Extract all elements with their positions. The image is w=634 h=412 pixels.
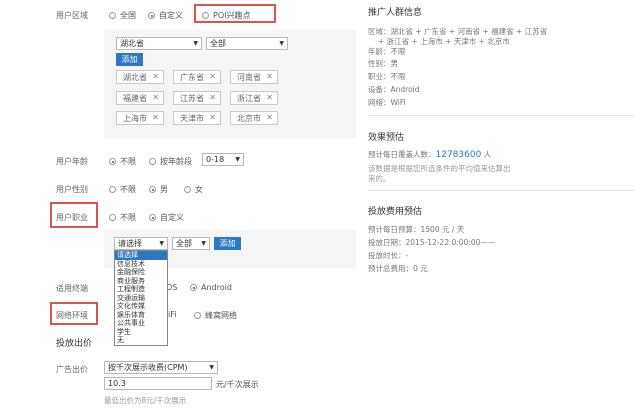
dropdown-option[interactable]: 无 bbox=[115, 336, 167, 345]
cost-title: 投放费用预估 bbox=[368, 207, 423, 217]
bid-hint: 最低出价为8元/千次展示 bbox=[104, 396, 187, 405]
chevron-down-icon: ▼ bbox=[201, 240, 206, 247]
radio-icon[interactable] bbox=[149, 214, 156, 221]
occupation-option-custom[interactable]: 自定义 bbox=[149, 212, 184, 223]
estimate-note-2: 来的。 bbox=[368, 174, 391, 183]
divider bbox=[368, 115, 634, 116]
close-icon[interactable]: ✕ bbox=[152, 113, 159, 122]
chevron-down-icon: ▼ bbox=[193, 40, 198, 47]
audience-gender-line: 性别：男 bbox=[368, 59, 398, 68]
gender-label: 用户性别 bbox=[56, 185, 88, 194]
effect-title: 效果预估 bbox=[368, 133, 405, 143]
region-chip: 天津市 ✕ bbox=[173, 111, 221, 125]
date-line: 投放日期：2015-12-22 0:00:00—— bbox=[368, 238, 496, 247]
close-icon[interactable]: ✕ bbox=[152, 72, 159, 81]
age-label: 用户年龄 bbox=[56, 157, 88, 166]
chevron-down-icon: ▼ bbox=[209, 364, 214, 371]
age-range-select[interactable]: 0-18 ▼ bbox=[202, 153, 244, 166]
budget-line: 预计每日预算：1500 元 / 天 bbox=[368, 225, 465, 234]
radio-icon[interactable] bbox=[194, 312, 201, 319]
close-icon[interactable]: ✕ bbox=[266, 113, 273, 122]
duration-line: 投放时长：- bbox=[368, 251, 409, 260]
city-select[interactable]: 全部 ▼ bbox=[206, 37, 288, 50]
exposure-value: 12783600 bbox=[435, 150, 482, 160]
close-icon[interactable]: ✕ bbox=[266, 93, 273, 102]
region-label: 用户区域 bbox=[56, 11, 88, 20]
occupation-add-button[interactable]: 添加 bbox=[214, 237, 241, 250]
gender-option-female[interactable]: 女 bbox=[184, 184, 203, 195]
audience-occupation-line: 职业：不限 bbox=[368, 72, 406, 81]
audience-device-line: 设备：Android bbox=[368, 85, 420, 94]
bid-mode-select[interactable]: 按千次展示收费(CPM) ▼ bbox=[104, 361, 218, 374]
dropdown-option[interactable]: 文化传媒 bbox=[115, 302, 167, 311]
total-cost-line: 预计总费用：0 元 bbox=[368, 264, 428, 273]
dropdown-option[interactable]: 商业服务 bbox=[115, 277, 167, 286]
audience-age-line: 年龄：不限 bbox=[368, 47, 406, 56]
dropdown-option[interactable]: 信息技术 bbox=[115, 260, 167, 269]
close-icon[interactable]: ✕ bbox=[266, 72, 273, 81]
radio-icon[interactable] bbox=[149, 186, 156, 193]
dropdown-option[interactable]: 请选择 bbox=[115, 251, 167, 260]
chevron-down-icon: ▼ bbox=[235, 156, 240, 163]
radio-icon[interactable] bbox=[109, 158, 116, 165]
close-icon[interactable]: ✕ bbox=[209, 93, 216, 102]
age-option-unlimited[interactable]: 不限 bbox=[109, 156, 136, 167]
terminal-option-android[interactable]: Android bbox=[190, 283, 232, 292]
region-option-custom[interactable]: 自定义 bbox=[148, 10, 183, 21]
terminal-label: 适用终端 bbox=[56, 284, 88, 293]
occupation-sub-select[interactable]: 全部 ▼ bbox=[172, 237, 210, 250]
close-icon[interactable]: ✕ bbox=[209, 113, 216, 122]
close-icon[interactable]: ✕ bbox=[209, 72, 216, 81]
radio-icon[interactable] bbox=[109, 214, 116, 221]
occupation-highlight-box bbox=[50, 202, 98, 228]
province-select[interactable]: 湖北省 ▼ bbox=[116, 37, 202, 50]
chevron-down-icon: ▼ bbox=[159, 240, 164, 247]
region-chip: 广东省 ✕ bbox=[173, 70, 221, 84]
dropdown-option[interactable]: 金融保险 bbox=[115, 268, 167, 277]
region-chip: 江苏省 ✕ bbox=[173, 91, 221, 105]
dropdown-option[interactable]: 交通运输 bbox=[115, 294, 167, 303]
radio-icon[interactable] bbox=[109, 12, 116, 19]
region-add-button[interactable]: 添加 bbox=[116, 53, 143, 66]
occupation-dropdown: 请选择 信息技术 金融保险 商业服务 工程制造 交通运输 文化传媒 娱乐体育 公… bbox=[114, 250, 168, 346]
occupation-option-unlimited[interactable]: 不限 bbox=[109, 212, 136, 223]
region-chip: 湖北省 ✕ bbox=[116, 70, 164, 84]
bid-section-title: 投放出价 bbox=[56, 339, 93, 349]
bid-value-input[interactable]: 10.3 bbox=[104, 377, 212, 390]
dropdown-option[interactable]: 娱乐体育 bbox=[115, 311, 167, 320]
network-highlight-box bbox=[50, 302, 98, 325]
exposure-line: 预计每日覆盖人数：12783600 人 bbox=[368, 150, 492, 160]
dropdown-option[interactable]: 学生 bbox=[115, 328, 167, 337]
chevron-down-icon: ▼ bbox=[279, 40, 284, 47]
poi-highlight-box bbox=[194, 4, 276, 23]
radio-icon[interactable] bbox=[184, 186, 191, 193]
divider bbox=[368, 190, 634, 191]
radio-icon[interactable] bbox=[148, 12, 155, 19]
age-option-range[interactable]: 按年龄段 bbox=[149, 156, 192, 167]
region-option-nationwide[interactable]: 全国 bbox=[109, 10, 136, 21]
bid-label: 广告出价 bbox=[56, 365, 88, 374]
gender-option-unlimited[interactable]: 不限 bbox=[109, 184, 136, 195]
radio-icon[interactable] bbox=[190, 284, 197, 291]
dropdown-option[interactable]: 工程制造 bbox=[115, 285, 167, 294]
audience-network-line: 网络：WiFi bbox=[368, 98, 406, 107]
radio-icon[interactable] bbox=[149, 158, 156, 165]
network-option-cellular[interactable]: 蜂窝网络 bbox=[194, 310, 237, 321]
bid-unit: 元/千次展示 bbox=[216, 380, 259, 389]
gender-option-male[interactable]: 男 bbox=[149, 184, 168, 195]
region-chip: 河南省 ✕ bbox=[230, 70, 278, 84]
audience-title: 推广人群信息 bbox=[368, 8, 423, 18]
close-icon[interactable]: ✕ bbox=[152, 93, 159, 102]
radio-icon[interactable] bbox=[109, 186, 116, 193]
network-option-wifi[interactable]: iFi bbox=[168, 310, 176, 319]
region-chip: 上海市 ✕ bbox=[116, 111, 164, 125]
dropdown-option[interactable]: 公共事业 bbox=[115, 319, 167, 328]
region-chip: 福建省 ✕ bbox=[116, 91, 164, 105]
region-chip: 浙江省 ✕ bbox=[230, 91, 278, 105]
region-chip: 北京市 ✕ bbox=[230, 111, 278, 125]
occupation-select[interactable]: 请选择 ▼ bbox=[114, 237, 168, 250]
